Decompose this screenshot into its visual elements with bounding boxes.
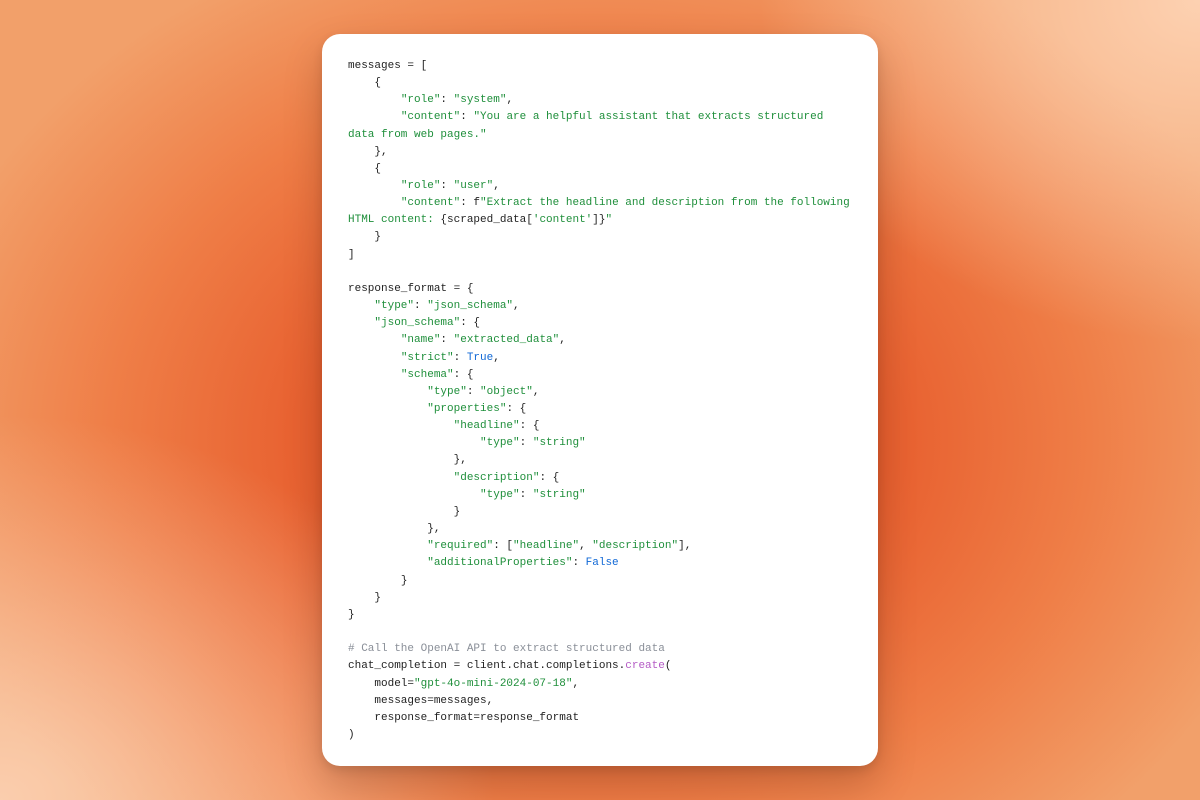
code-line: { — [348, 77, 381, 89]
code-line: messages = [ — [348, 60, 427, 72]
code-card: messages = [ { "role": "system", "conten… — [322, 34, 878, 766]
code-block: messages = [ { "role": "system", "conten… — [348, 58, 852, 744]
